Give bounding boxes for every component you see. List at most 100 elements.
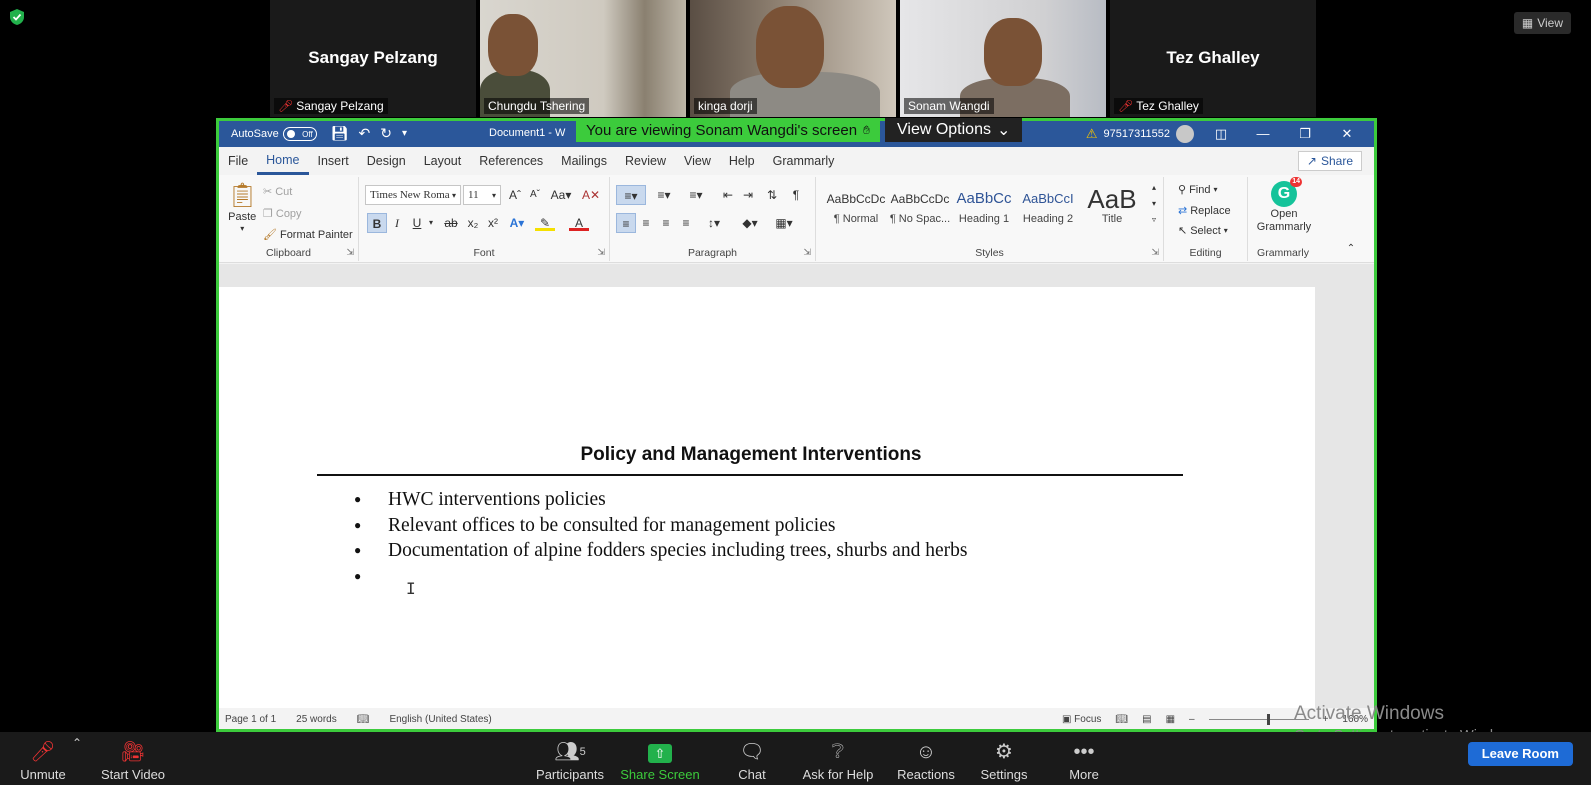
style-title[interactable]: AaB Title bbox=[1080, 185, 1144, 233]
style-normal[interactable]: AaBbCcDc ¶ Normal bbox=[824, 185, 888, 233]
unmute-button[interactable]: 🎤︎ Unmute bbox=[18, 740, 68, 782]
decrease-indent-icon[interactable]: ⇤ bbox=[718, 185, 738, 205]
share-button[interactable]: ↗ Share bbox=[1297, 151, 1362, 171]
text-effects-icon[interactable]: A▾ bbox=[507, 213, 527, 233]
participant-tile-chungdu[interactable]: Chungdu Tshering bbox=[480, 0, 686, 117]
language-indicator[interactable]: English (United States) bbox=[389, 714, 491, 725]
participant-tile-kinga[interactable]: kinga dorji bbox=[690, 0, 896, 117]
dialog-launcher-icon[interactable]: ⇲ bbox=[803, 247, 811, 258]
autosave-control[interactable]: AutoSave Off bbox=[231, 127, 317, 141]
view-options-button[interactable]: View Options ⌄ bbox=[885, 118, 1023, 142]
focus-button[interactable]: ▣ Focus bbox=[1062, 714, 1101, 725]
participant-tile-tez[interactable]: Tez Ghalley 🎤︎ Tez Ghalley bbox=[1110, 0, 1316, 117]
undo-icon[interactable]: ↶ bbox=[358, 125, 370, 143]
more-button[interactable]: ••• More bbox=[1062, 740, 1106, 782]
tab-mailings[interactable]: Mailings bbox=[552, 147, 616, 175]
list-item[interactable] bbox=[354, 564, 967, 590]
tab-insert[interactable]: Insert bbox=[309, 147, 358, 175]
participant-tile-sangay[interactable]: Sangay Pelzang 🎤︎ Sangay Pelzang bbox=[270, 0, 476, 117]
style-heading-1[interactable]: AaBbCc Heading 1 bbox=[952, 185, 1016, 233]
settings-button[interactable]: ⚙ Settings bbox=[974, 740, 1034, 782]
zoom-slider-thumb[interactable] bbox=[1266, 713, 1270, 725]
proofing-icon[interactable]: 📖︎ bbox=[357, 714, 370, 725]
tab-help[interactable]: Help bbox=[720, 147, 764, 175]
pilcrow-icon[interactable]: ¶ bbox=[786, 185, 806, 205]
highlight-icon[interactable]: ✎ bbox=[535, 213, 555, 231]
bold-icon[interactable]: B bbox=[367, 213, 387, 233]
open-grammarly-button[interactable]: G 14 Open Grammarly bbox=[1254, 177, 1314, 233]
format-painter-button[interactable]: 🖌︎ Format Painter bbox=[263, 228, 353, 242]
tab-review[interactable]: Review bbox=[616, 147, 675, 175]
font-size-select[interactable]: 11 ▾ bbox=[463, 185, 501, 205]
subscript-icon[interactable]: x₂ bbox=[463, 213, 483, 233]
list-item[interactable]: Relevant offices to be consulted for man… bbox=[354, 513, 967, 539]
borders-icon[interactable]: ▦▾ bbox=[770, 213, 798, 233]
clear-formatting-icon[interactable]: A✕ bbox=[581, 185, 601, 205]
cut-button[interactable]: ✂ Cut bbox=[263, 185, 292, 199]
superscript-icon[interactable]: x² bbox=[483, 213, 503, 233]
change-case-button[interactable]: Aa▾ bbox=[547, 185, 575, 205]
shading-icon[interactable]: ◆▾ bbox=[736, 213, 764, 233]
customize-toolbar-icon[interactable]: ▾ bbox=[402, 125, 407, 143]
styles-scroll-down-icon[interactable]: ▾ bbox=[1144, 197, 1164, 211]
styles-more-icon[interactable]: ▿ bbox=[1144, 213, 1164, 227]
word-count[interactable]: 25 words bbox=[296, 714, 337, 725]
dialog-launcher-icon[interactable]: ⇲ bbox=[346, 247, 354, 258]
read-mode-icon[interactable]: 📖︎ bbox=[1115, 714, 1128, 725]
dialog-launcher-icon[interactable]: ⇲ bbox=[1151, 247, 1159, 258]
minimize-icon[interactable]: — bbox=[1242, 121, 1284, 147]
paste-button[interactable]: 📋︎ Paste ▾ bbox=[227, 181, 257, 233]
justify-icon[interactable]: ≡ bbox=[676, 213, 696, 233]
tab-design[interactable]: Design bbox=[358, 147, 415, 175]
close-icon[interactable]: ✕ bbox=[1326, 121, 1368, 147]
chevron-down-icon[interactable]: ▾ bbox=[421, 213, 441, 233]
page-count[interactable]: Page 1 of 1 bbox=[225, 714, 276, 725]
dialog-launcher-icon[interactable]: ⇲ bbox=[597, 247, 605, 258]
encryption-shield-icon[interactable] bbox=[8, 8, 26, 26]
list-item[interactable]: Documentation of alpine fodders species … bbox=[354, 538, 967, 564]
reactions-button[interactable]: ☺ Reactions bbox=[890, 740, 962, 782]
tab-home[interactable]: Home bbox=[257, 147, 309, 175]
tab-layout[interactable]: Layout bbox=[415, 147, 471, 175]
start-video-button[interactable]: 🎥︎ Start Video bbox=[98, 740, 168, 782]
italic-icon[interactable]: I bbox=[387, 213, 407, 233]
zoom-out-icon[interactable]: – bbox=[1189, 714, 1195, 725]
line-spacing-icon[interactable]: ↕▾ bbox=[700, 213, 728, 233]
participants-button[interactable]: 👥︎5 Participants bbox=[534, 740, 606, 782]
font-color-icon[interactable]: A bbox=[569, 213, 589, 231]
ribbon-display-icon[interactable]: ◫ bbox=[1200, 121, 1242, 147]
style-no-spacing[interactable]: AaBbCcDc ¶ No Spac... bbox=[888, 185, 952, 233]
bullets-icon[interactable]: ≡▾ bbox=[616, 185, 646, 205]
participant-tile-sonam[interactable]: Sonam Wangdi bbox=[900, 0, 1106, 117]
copy-button[interactable]: ❐ Copy bbox=[263, 207, 302, 221]
multilevel-list-icon[interactable]: ≡▾ bbox=[682, 185, 710, 205]
increase-indent-icon[interactable]: ⇥ bbox=[738, 185, 758, 205]
replace-button[interactable]: ⇄ Replace bbox=[1178, 204, 1231, 218]
styles-scroll-up-icon[interactable]: ▴ bbox=[1144, 181, 1164, 195]
account-area[interactable]: ⚠ 97517311552 bbox=[1086, 125, 1194, 143]
leave-room-button[interactable]: Leave Room bbox=[1467, 742, 1573, 766]
style-heading-2[interactable]: AaBbCcI Heading 2 bbox=[1016, 185, 1080, 233]
chat-button[interactable]: 🗨︎ Chat bbox=[728, 740, 776, 782]
list-item[interactable]: HWC interventions policies bbox=[354, 487, 967, 513]
tab-grammarly[interactable]: Grammarly bbox=[764, 147, 844, 175]
shared-screen[interactable]: AutoSave Off 💾︎ ↶ ↻ ▾ Document1 - W ⚠ 97… bbox=[216, 118, 1377, 732]
web-layout-icon[interactable]: ▦ bbox=[1166, 714, 1175, 725]
restore-icon[interactable]: ❐ bbox=[1284, 121, 1326, 147]
view-button[interactable]: ▦ View bbox=[1513, 12, 1571, 34]
strikethrough-icon[interactable]: ab bbox=[441, 213, 461, 233]
document-page[interactable]: Policy and Management Interventions HWC … bbox=[219, 287, 1315, 708]
ask-for-help-button[interactable]: ❔︎ Ask for Help bbox=[798, 740, 878, 782]
align-left-icon[interactable]: ≡ bbox=[616, 213, 636, 233]
font-name-select[interactable]: Times New Roma ▾ bbox=[365, 185, 461, 205]
align-right-icon[interactable]: ≡ bbox=[656, 213, 676, 233]
sort-icon[interactable]: ⇅ bbox=[762, 185, 782, 205]
shrink-font-icon[interactable]: Aˇ bbox=[525, 185, 545, 205]
numbering-icon[interactable]: ≡▾ bbox=[650, 185, 678, 205]
tab-view[interactable]: View bbox=[675, 147, 720, 175]
tab-file[interactable]: File bbox=[219, 147, 257, 175]
save-icon[interactable]: 💾︎ bbox=[331, 125, 349, 143]
print-layout-icon[interactable]: ▤ bbox=[1142, 714, 1151, 725]
find-button[interactable]: ⚲ Find ▾ bbox=[1178, 183, 1217, 197]
audio-options-chevron-icon[interactable]: ⌃ bbox=[72, 736, 82, 750]
